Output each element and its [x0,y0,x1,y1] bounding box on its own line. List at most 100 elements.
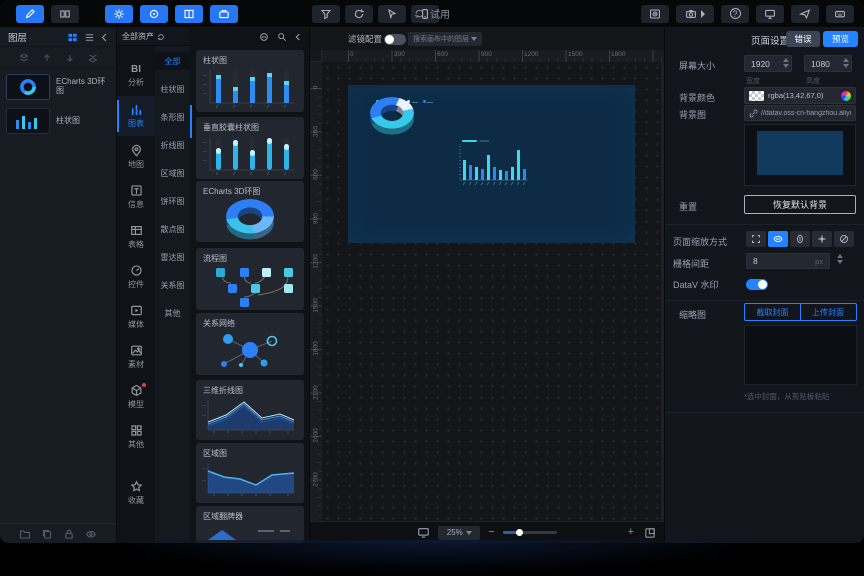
move-top-icon[interactable] [18,52,30,64]
component-card-relation-network[interactable]: 关系网络 [196,313,304,375]
move-up-icon[interactable] [41,52,53,64]
screen-height-field[interactable] [804,55,852,72]
component-card-echarts-3d-ring[interactable]: ECharts 3D环图 [196,181,304,242]
category-charts[interactable]: 图表 [117,96,155,136]
fit-screen-icon[interactable] [644,527,656,539]
subcategory-other[interactable]: 其他 [155,304,190,322]
layer-search-dropdown[interactable]: 搜索画布中的图层 [408,32,482,46]
scale-mode-fullscreen-button[interactable] [746,231,766,247]
ruler-label: 1500 [313,296,320,316]
refresh-button[interactable] [345,5,373,23]
snapshot-button[interactable] [676,5,714,23]
color-swatch[interactable] [749,91,764,101]
eye-icon[interactable] [85,528,97,540]
category-materials[interactable]: 素材 [117,338,155,376]
subcategory-area[interactable]: 区域图 [155,164,190,182]
move-down-icon[interactable] [64,52,76,64]
zoom-slider-handle[interactable] [516,529,523,536]
collapse-left-icon[interactable] [101,33,108,42]
subcategory-pie[interactable]: 饼环图 [155,192,190,210]
category-media[interactable]: 媒体 [117,298,155,336]
monitor-button[interactable] [756,5,784,23]
category-favorites[interactable]: 收藏 [117,474,155,512]
scale-mode-fit-width-button[interactable] [768,231,788,247]
subcategory-scatter[interactable]: 散点图 [155,220,190,238]
category-others[interactable]: 其他 [117,418,155,456]
components-panel-button[interactable] [105,5,133,23]
height-increment[interactable] [843,58,849,62]
edit-mode-button[interactable] [16,5,44,23]
folder-icon[interactable] [19,528,31,540]
zoom-out-button[interactable]: − [488,527,494,538]
component-card-flow-chart[interactable]: 流程图 [196,248,304,310]
grid-increment[interactable] [837,254,843,258]
filter-toggle[interactable] [384,34,406,45]
refresh-components-icon[interactable] [259,32,269,42]
error-button[interactable]: 错误 [786,31,820,47]
subcategory-hbar[interactable]: 条形图 [155,108,190,126]
restore-default-bg-button[interactable]: 恢复默认背景 [744,195,856,214]
upload-cover-button[interactable]: 上传封面 [800,303,857,321]
width-increment[interactable] [783,58,789,62]
category-models[interactable]: 模型 [117,378,155,416]
pointer-settings-button[interactable] [378,5,406,23]
width-decrement[interactable] [783,64,789,68]
subcategory-relation[interactable]: 关系图 [155,276,190,294]
list-view-icon[interactable] [84,32,95,43]
zoom-in-button[interactable]: + [628,527,634,538]
filter-button[interactable] [312,5,340,23]
copy-icon[interactable] [41,528,53,540]
keyboard-button[interactable] [826,5,854,23]
component-card-area-chart[interactable]: 区域图 [196,443,304,503]
component-card-bar-chart[interactable]: 柱状图 [196,50,304,112]
canvas-viewport[interactable] [322,62,664,521]
grid-spacing-field[interactable]: 8 px [746,253,830,269]
capture-cover-button[interactable]: 截取封面 [744,303,801,321]
layer-panel-toggle-button[interactable] [175,5,203,23]
screen-width-field[interactable] [744,55,792,72]
assets-header[interactable]: 全部资产 [117,28,190,46]
layer-item-bar-chart[interactable]: 柱状图 [0,104,117,138]
category-maps[interactable]: 地图 [117,138,155,176]
share-button[interactable] [791,5,819,23]
dashboard-donut-chart[interactable] [370,97,414,137]
category-controls[interactable]: 控件 [117,258,155,296]
grid-decrement[interactable] [837,260,843,264]
scale-mode-none-button[interactable] [834,231,854,247]
component-card-capsule-bar[interactable]: 垂直胶囊柱状图 [196,117,304,179]
layer-item-echarts-3d-ring[interactable]: ECharts 3D环图 [0,70,117,104]
zoom-slider[interactable] [503,531,557,534]
category-bi-analysis[interactable]: BI 分析 [117,56,155,96]
category-tables[interactable]: 表格 [117,218,155,256]
collapse-components-icon[interactable] [295,33,301,41]
bg-color-field[interactable]: rgba(13,42,67,0) [744,87,856,104]
lock-icon[interactable] [63,528,75,540]
preview-button[interactable]: 预览 [823,31,858,47]
scale-mode-uniform-button[interactable] [812,231,832,247]
sync-assets-icon[interactable] [157,33,165,41]
scale-mode-fit-height-button[interactable] [790,231,810,247]
component-card-area-flipper[interactable]: 区域翻牌器 [196,506,304,543]
category-info[interactable]: 信息 [117,178,155,216]
toolbox-button[interactable] [210,5,238,23]
help-button[interactable]: ? [721,5,749,23]
bg-image-field[interactable]: //datav.oss-cn-hangzhou.aliyu [744,105,856,121]
publish-button[interactable] [140,5,168,23]
dashboard-bar-chart[interactable] [456,140,532,186]
dashboard-artboard[interactable] [348,85,635,243]
subcategory-radar[interactable]: 雷达图 [155,248,190,266]
zoom-level-dropdown[interactable]: 25% [438,526,480,540]
subcategory-line[interactable]: 折线图 [155,136,190,154]
component-card-3d-line[interactable]: 三维折线图 [196,380,304,440]
search-icon[interactable] [277,32,287,42]
color-wheel-icon[interactable] [841,91,851,101]
history-button[interactable] [641,5,669,23]
layout-flip-button[interactable] [51,5,79,23]
watermark-toggle[interactable] [746,279,768,290]
height-decrement[interactable] [843,64,849,68]
move-bottom-icon[interactable] [87,52,99,64]
subcategory-all[interactable]: 全部 [155,52,190,70]
screen-adapt-icon[interactable] [417,526,430,539]
grid-view-icon[interactable] [67,32,78,43]
subcategory-bar[interactable]: 柱状图 [155,80,190,98]
